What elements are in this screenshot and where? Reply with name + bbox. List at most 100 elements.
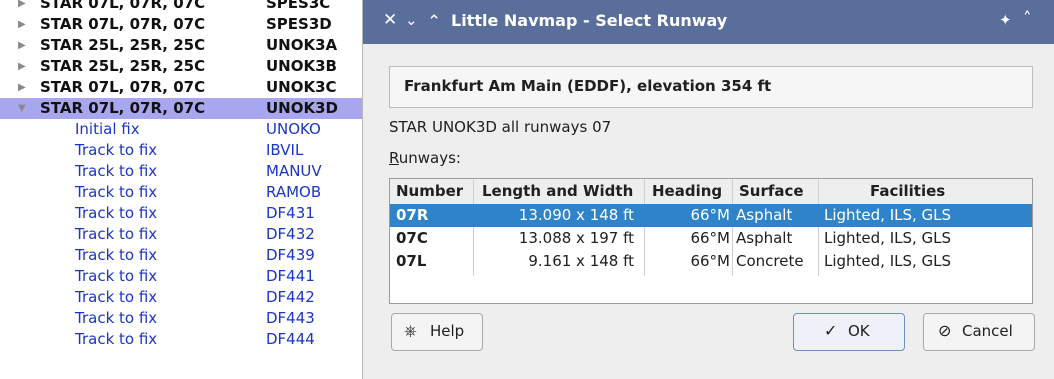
expand-arrow-icon[interactable]: ▶	[18, 35, 28, 56]
procedure-name: STAR 07L, 07R, 07C	[40, 0, 206, 12]
runway-surface: Asphalt	[736, 206, 793, 224]
runway-number: 07C	[396, 229, 428, 247]
runways-label: Runways:	[389, 149, 461, 167]
runway-heading: 66°M	[690, 206, 730, 224]
procedure-ident: UNOK3D	[266, 99, 338, 117]
airport-header: Frankfurt Am Main (EDDF), elevation 354 …	[404, 77, 772, 95]
column-header-facilities[interactable]: Facilities	[870, 180, 945, 203]
procedure-name: STAR 25L, 25R, 25C	[40, 36, 206, 54]
help-lifebuoy-icon: ⎈	[404, 321, 417, 340]
leg-row[interactable]: Track to fix RAMOB	[0, 182, 362, 203]
table-header: Number Length and Width Heading Surface …	[390, 179, 1032, 205]
leg-row[interactable]: Track to fix DF439	[0, 245, 362, 266]
leg-row[interactable]: Track to fix DF432	[0, 224, 362, 245]
leg-row[interactable]: Track to fix DF443	[0, 308, 362, 329]
runway-length: 13.090 x 148 ft	[518, 206, 634, 224]
procedure-ident: SPES3C	[266, 0, 331, 12]
leg-row[interactable]: Track to fix IBVIL	[0, 140, 362, 161]
runways-label-rest: unways:	[398, 149, 461, 167]
leg-fix: DF443	[266, 309, 315, 327]
leg-type: Track to fix	[75, 183, 158, 201]
procedure-ident: UNOK3A	[266, 36, 338, 54]
leg-fix: RAMOB	[266, 183, 322, 201]
leg-fix: DF431	[266, 204, 315, 222]
column-header-surface[interactable]: Surface	[739, 180, 804, 203]
column-header-number[interactable]: Number	[396, 180, 463, 203]
procedure-name: STAR 07L, 07R, 07C	[40, 78, 206, 96]
pin-icon[interactable]: ✦	[999, 11, 1012, 29]
procedure-ident: UNOK3B	[266, 57, 337, 75]
runway-heading: 66°M	[690, 252, 730, 270]
dialog-title: Little Navmap - Select Runway	[451, 11, 728, 30]
dialog-titlebar[interactable]: ✕ ⌄ ⌃ Little Navmap - Select Runway ✦ ˄	[363, 0, 1054, 44]
runway-number: 07R	[396, 206, 429, 224]
tree-row[interactable]: ▶ STAR 25L, 25R, 25C UNOK3B	[0, 56, 362, 77]
shade-up-icon[interactable]: ˄	[1023, 9, 1032, 29]
leg-type: Track to fix	[75, 162, 158, 180]
checkmark-icon: ✓	[824, 321, 838, 340]
leg-type: Track to fix	[75, 204, 158, 222]
tree-row-selected[interactable]: ▼ STAR 07L, 07R, 07C UNOK3D	[0, 98, 362, 119]
runway-facilities: Lighted, ILS, GLS	[824, 229, 952, 247]
close-icon[interactable]: ✕	[383, 10, 397, 30]
leg-row[interactable]: Track to fix DF441	[0, 266, 362, 287]
procedure-name: STAR 07L, 07R, 07C	[40, 15, 206, 33]
runway-surface: Asphalt	[736, 229, 793, 247]
tree-row[interactable]: ▶ STAR 07L, 07R, 07C UNOK3C	[0, 77, 362, 98]
leg-fix: DF432	[266, 225, 315, 243]
leg-fix: DF439	[266, 246, 315, 264]
column-header-length[interactable]: Length and Width	[482, 180, 633, 203]
leg-type: Initial fix	[75, 120, 140, 138]
leg-row[interactable]: Track to fix DF442	[0, 287, 362, 308]
runway-facilities: Lighted, ILS, GLS	[824, 252, 952, 270]
select-runway-dialog: ✕ ⌄ ⌃ Little Navmap - Select Runway ✦ ˄ …	[362, 0, 1054, 379]
ok-button[interactable]: ✓ OK	[793, 313, 905, 351]
cancel-button[interactable]: ⊘ Cancel	[923, 313, 1035, 351]
minimize-chevron-icon[interactable]: ⌄	[405, 11, 418, 29]
tree-row[interactable]: ▶ STAR 07L, 07R, 07C SPES3C	[0, 0, 362, 14]
tree-row[interactable]: ▶ STAR 25L, 25R, 25C UNOK3A	[0, 35, 362, 56]
leg-fix: DF441	[266, 267, 315, 285]
expand-arrow-icon[interactable]: ▶	[18, 0, 28, 14]
leg-type: Track to fix	[75, 246, 158, 264]
expand-arrow-icon[interactable]: ▶	[18, 77, 28, 98]
leg-fix: IBVIL	[266, 141, 304, 159]
table-row-selected[interactable]: 07R 13.090 x 148 ft 66°M Asphalt Lighted…	[390, 204, 1032, 227]
leg-row[interactable]: Initial fix UNOKO	[0, 119, 362, 140]
leg-type: Track to fix	[75, 141, 158, 159]
collapse-arrow-icon[interactable]: ▼	[18, 98, 28, 119]
leg-type: Track to fix	[75, 288, 158, 306]
runway-heading: 66°M	[690, 229, 730, 247]
cancel-button-label: Cancel	[962, 322, 1013, 340]
procedure-tree[interactable]: ▶ STAR 07L, 07R, 07C SPES3C ▶ STAR 07L, …	[0, 0, 362, 379]
procedure-ident: UNOK3C	[266, 78, 337, 96]
table-row[interactable]: 07C 13.088 x 197 ft 66°M Asphalt Lighted…	[390, 227, 1032, 250]
procedure-name: STAR 25L, 25R, 25C	[40, 57, 206, 75]
runway-facilities: Lighted, ILS, GLS	[824, 206, 952, 224]
leg-fix: UNOKO	[266, 120, 321, 138]
leg-fix: DF442	[266, 288, 315, 306]
leg-row[interactable]: Track to fix MANUV	[0, 161, 362, 182]
leg-type: Track to fix	[75, 225, 158, 243]
leg-type: Track to fix	[75, 330, 158, 348]
table-row[interactable]: 07L 9.161 x 148 ft 66°M Concrete Lighted…	[390, 250, 1032, 273]
leg-type: Track to fix	[75, 309, 158, 327]
maximize-chevron-icon[interactable]: ⌃	[427, 12, 441, 32]
runway-number: 07L	[396, 252, 427, 270]
tree-row[interactable]: ▶ STAR 07L, 07R, 07C SPES3D	[0, 14, 362, 35]
expand-arrow-icon[interactable]: ▶	[18, 14, 28, 35]
ok-button-label: OK	[848, 322, 870, 340]
procedure-ident: SPES3D	[266, 15, 332, 33]
procedure-name: STAR 07L, 07R, 07C	[40, 99, 206, 117]
help-button[interactable]: ⎈ Help	[391, 313, 483, 351]
runways-table[interactable]: Number Length and Width Heading Surface …	[389, 178, 1033, 304]
leg-row[interactable]: Track to fix DF431	[0, 203, 362, 224]
leg-row[interactable]: Track to fix DF444	[0, 329, 362, 350]
runways-label-mnemonic: R	[389, 149, 399, 167]
runway-length: 9.161 x 148 ft	[528, 252, 634, 270]
leg-type: Track to fix	[75, 267, 158, 285]
expand-arrow-icon[interactable]: ▶	[18, 56, 28, 77]
runway-length: 13.088 x 197 ft	[518, 229, 634, 247]
column-header-heading[interactable]: Heading	[652, 180, 722, 203]
runway-surface: Concrete	[736, 252, 804, 270]
